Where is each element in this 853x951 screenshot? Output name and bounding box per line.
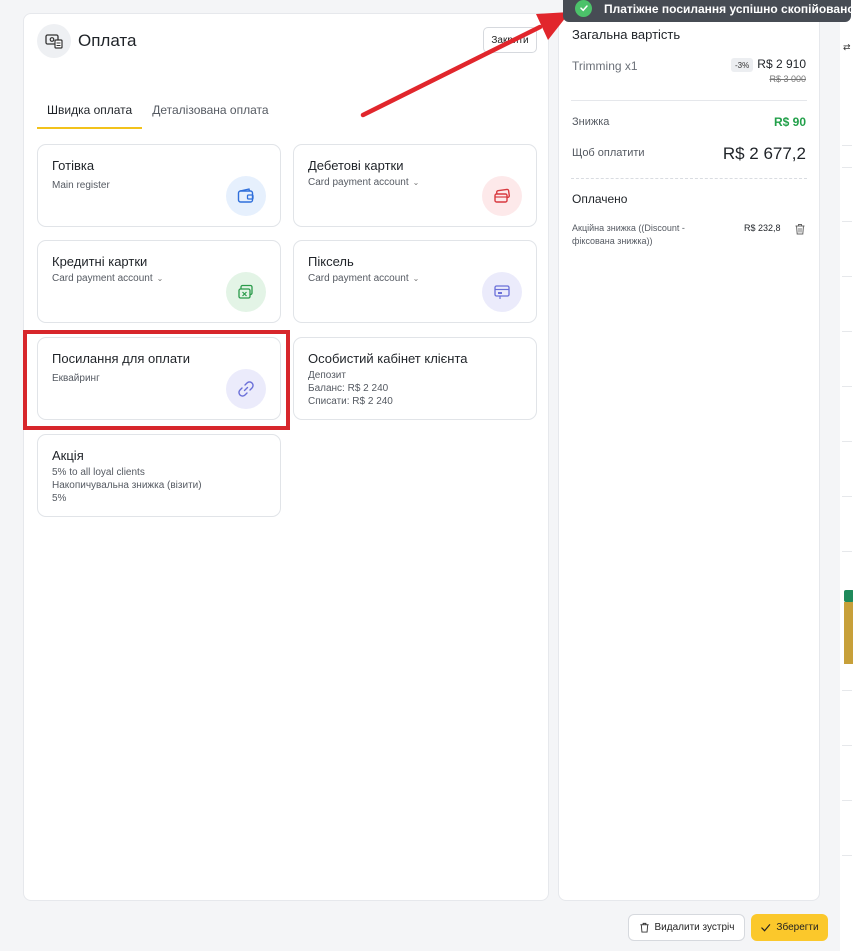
payment-card-promo[interactable]: Акція 5% to all loyal clients Накопичува… [37, 434, 281, 517]
paid-title: Оплачено [572, 192, 628, 206]
summary-panel: Загальна вартість Trimming x1 -3% R$ 2 9… [558, 13, 820, 901]
trash-icon[interactable] [794, 222, 806, 235]
save-button[interactable]: Зберегти [751, 914, 828, 941]
card-subtitle: Main register [52, 180, 110, 191]
card-title: Акція [52, 448, 84, 463]
paid-item-name: Акційна знижка ((Discount - фіксована зн… [572, 223, 685, 246]
account-select-value: Card payment account [308, 177, 409, 188]
chevron-down-icon: ⌄ [412, 178, 420, 187]
payment-card-credit[interactable]: Кредитні картки Card payment account ⌄ [37, 240, 281, 323]
payment-card-pixel[interactable]: Піксель Card payment account ⌄ [293, 240, 537, 323]
payment-methods-panel: Оплата Закрити Швидка оплата Деталізован… [23, 13, 549, 901]
card-subtitle: Еквайринг [52, 373, 100, 384]
balance-text: Баланс: R$ 2 240 [308, 383, 389, 394]
to-pay-value: R$ 2 677,2 [722, 144, 806, 163]
card-subtitle[interactable]: Card payment account ⌄ [308, 272, 419, 285]
delete-label: Видалити зустріч [654, 922, 735, 933]
link-icon [226, 369, 266, 409]
payment-card-client-cabinet[interactable]: Особистий кабінет клієнта Депозит Баланс… [293, 337, 537, 420]
payment-card-debit[interactable]: Дебетові картки Card payment account ⌄ [293, 144, 537, 227]
deposit-label: Депозит [308, 370, 346, 381]
account-select-value: Card payment account [52, 273, 153, 284]
chevron-down-icon: ⌄ [156, 274, 164, 283]
delete-appointment-button[interactable]: Видалити зустріч [628, 914, 745, 941]
background-app-edge: ⇄ [839, 0, 853, 951]
check-circle-icon [575, 0, 592, 17]
card-title: Піксель [308, 254, 354, 269]
discount-value: R$ 90 [773, 115, 806, 129]
card-title: Дебетові картки [308, 158, 404, 173]
tab-detailed-payment[interactable]: Деталізована оплата [142, 101, 278, 129]
success-toast: Платіжне посилання успішно скопійовано [563, 0, 853, 22]
close-button[interactable]: Закрити [483, 27, 537, 53]
background-glyph: ⇄ [843, 42, 851, 52]
cash-note-icon [226, 272, 266, 312]
card-title: Посилання для оплати [52, 351, 190, 366]
payment-modal: Оплата Закрити Швидка оплата Деталізован… [0, 0, 840, 951]
payment-card-cash[interactable]: Готівка Main register [37, 144, 281, 227]
divider [571, 100, 807, 101]
card-title: Особистий кабінет клієнта [308, 351, 468, 366]
save-label: Зберегти [776, 922, 819, 933]
promo-percent: 5% [52, 493, 67, 504]
promo-type: Накопичувальна знижка (візити) [52, 480, 202, 491]
toast-message: Платіжне посилання успішно скопійовано [604, 1, 853, 16]
promo-name: 5% to all loyal clients [52, 467, 145, 478]
paid-item-amount: R$ 232,8 [744, 223, 781, 233]
cards-icon [482, 176, 522, 216]
check-icon [761, 924, 771, 932]
card-title: Готівка [52, 158, 95, 173]
card-details: 5% to all loyal clients Накопичувальна з… [52, 466, 202, 505]
payment-header-icon [37, 24, 71, 58]
discount-badge: -3% [731, 58, 754, 72]
payment-card-payment-link[interactable]: Посилання для оплати Еквайринг [37, 337, 281, 420]
summary-title: Загальна вартість [572, 27, 681, 42]
service-name: Trimming x1 [572, 59, 638, 73]
wallet-icon [226, 176, 266, 216]
card-subtitle[interactable]: Card payment account ⌄ [52, 272, 163, 285]
page-title: Оплата [78, 31, 137, 50]
account-select-value: Card payment account [308, 273, 409, 284]
screen-card-icon [482, 272, 522, 312]
chevron-down-icon: ⌄ [412, 274, 420, 283]
charge-text: Списати: R$ 2 240 [308, 396, 393, 407]
card-subtitle[interactable]: Card payment account ⌄ [308, 176, 419, 189]
card-title: Кредитні картки [52, 254, 148, 269]
card-details: Депозит Баланс: R$ 2 240 Списати: R$ 2 2… [308, 369, 393, 408]
discount-label: Знижка [572, 116, 610, 128]
tab-quick-payment[interactable]: Швидка оплата [37, 101, 143, 129]
divider [571, 178, 807, 179]
trash-icon [639, 922, 649, 933]
service-price: R$ 2 910 [757, 57, 806, 71]
service-old-price: R$ 3 000 [769, 74, 806, 84]
payment-tabs: Швидка оплата Деталізована оплата [37, 101, 279, 131]
to-pay-label: Щоб оплатити [572, 147, 645, 159]
